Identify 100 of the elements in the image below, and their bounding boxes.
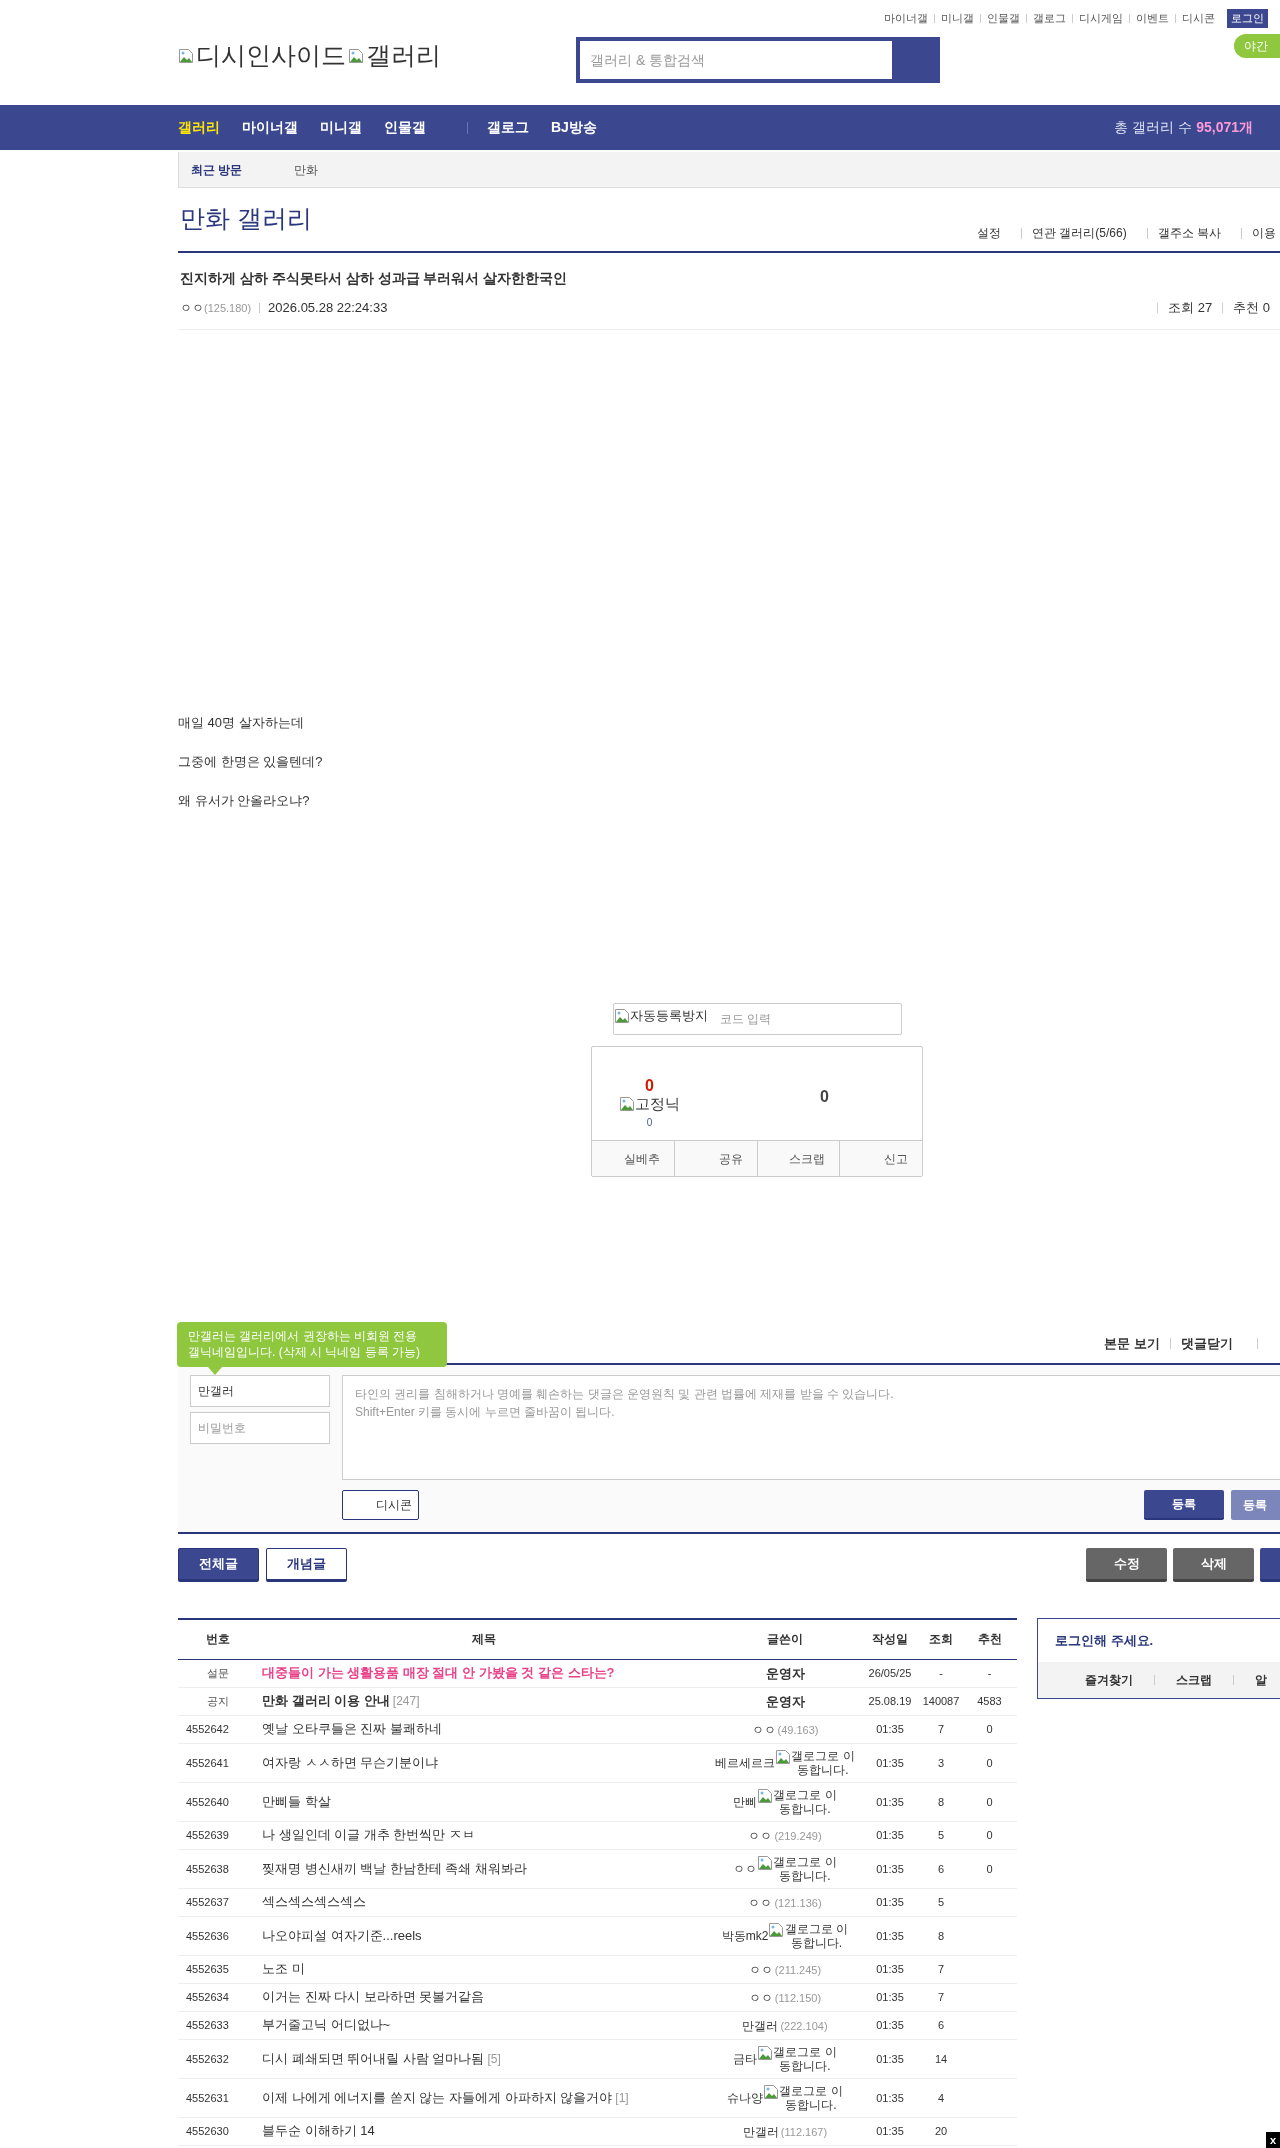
post-title-link[interactable]: 대중들이 가는 생활용품 매장 절대 안 가봤을 것 같은 스타는? — [262, 1665, 615, 1680]
recommend-action-button[interactable]: 신고 — [839, 1141, 922, 1176]
post-title-link[interactable]: 나 생일인데 이글 개추 한번씩만 ㅈㅂ — [262, 1827, 476, 1842]
views-cell: 6 — [920, 1849, 962, 1888]
recommend-action-button[interactable]: 실베추 — [592, 1141, 674, 1176]
login-prompt[interactable]: 로그인해 주세요. — [1055, 1630, 1154, 1651]
gallog-link[interactable]: 갤로그로 이동합니다. — [773, 1854, 837, 1883]
captcha-input[interactable]: 코드 입력 — [720, 1010, 830, 1028]
writer-name: 운영자 — [765, 1665, 805, 1681]
reply-count: [5] — [487, 2051, 501, 2066]
gallog-link[interactable]: 갤로그로 이동합니다. — [784, 1921, 849, 1950]
views-cell: 5 — [920, 1888, 962, 1916]
password-input[interactable]: 비밀번호 — [190, 1412, 330, 1444]
recent-gallery-link[interactable]: 만화 — [294, 160, 319, 179]
gallery-menu-link[interactable]: 설정 — [976, 224, 1001, 242]
gallery-menu-link[interactable]: 연관 갤러리(5/66) — [1031, 224, 1127, 242]
recommend-action-button[interactable]: 스크랩 — [756, 1141, 840, 1176]
post-title-link[interactable]: 부거줄고닉 어디없나~ — [262, 2017, 391, 2032]
gallog-link[interactable]: 갤로그로 이동합니다. — [773, 1787, 837, 1816]
views-cell: 7 — [920, 1715, 962, 1743]
writer-name: ㅇㅇ — [748, 1827, 773, 1844]
top-link[interactable]: 이벤트 — [1136, 10, 1169, 27]
date-cell: 26/05/25 — [860, 1659, 920, 1687]
nav-tab[interactable]: 인물갤 — [384, 117, 426, 138]
post-title-link[interactable]: 섹스섹스섹스섹스 — [262, 1894, 366, 1909]
nav-tab[interactable]: 갤로그 — [487, 117, 529, 138]
nickname-input[interactable]: 만갤러 — [190, 1375, 330, 1407]
post-title-link[interactable]: 나오야피설 여자기준...reels — [262, 1927, 422, 1943]
post-title-link[interactable]: 여자랑 ㅅㅅ하면 무슨기분이냐 — [262, 1754, 439, 1770]
top-link[interactable]: 디시게임 — [1079, 10, 1123, 27]
captcha-field[interactable]: 자동등록방지 코드 입력 — [613, 1003, 902, 1035]
date-cell: 01:35 — [860, 1821, 920, 1849]
views-cell: 140087 — [920, 1687, 962, 1715]
post-title-link[interactable]: 디시 폐쇄되면 뛰어내릴 사람 얼마나됨 — [262, 2050, 485, 2066]
site-logo-alt-text[interactable]: 디시인사이드 — [196, 37, 346, 75]
post-title-link[interactable]: 이거는 진짜 다시 보라하면 못볼거같음 — [262, 1989, 485, 2004]
post-number-cell: 4552634 — [178, 1983, 258, 2011]
post-title-link[interactable]: 만화 갤러리 이용 안내 — [262, 1693, 390, 1708]
sidebar-link[interactable]: 즐겨찾기 — [1085, 1671, 1133, 1689]
post-title-link[interactable]: 노조 미 — [262, 1961, 305, 1976]
post-title: 진지하게 삼하 주식못타서 삼하 성과급 부러워서 살자한한국인 — [180, 269, 569, 288]
submit-button[interactable]: 등록 — [1144, 1490, 1225, 1520]
recommend-action-button[interactable]: 공유 — [673, 1141, 757, 1176]
post-action-button[interactable]: 수정 — [1086, 1548, 1167, 1582]
recent-visit-label: 최근 방문 — [191, 161, 243, 179]
comment-textarea[interactable]: 타인의 권리를 침해하거나 명예를 훼손하는 댓글은 운영원칙 및 관련 법률에 제재를 받을 수 있습니다. Shift+Enter 키를 동시에 누르면 줄바꿈이 됩니다. — [342, 1375, 1280, 1480]
gallery-menu-link[interactable]: 이용 — [1252, 224, 1276, 242]
top-link[interactable]: 마이너갤 — [884, 10, 928, 27]
date-cell: 01:35 — [860, 1849, 920, 1888]
sidebar-link[interactable]: 스크랩 — [1176, 1671, 1212, 1689]
ip-address: (222.104) — [780, 2018, 828, 2034]
date-cell: 01:35 — [860, 2011, 920, 2039]
search-field[interactable]: 갤러리 & 통합검색 — [576, 37, 940, 83]
views-cell: 3 — [920, 1743, 962, 1782]
sidebar-link[interactable]: 알 — [1255, 1671, 1267, 1689]
post-title-link[interactable]: 찢재명 병신새끼 백날 한남한테 족쇄 채워봐라 — [262, 1860, 528, 1876]
writer-name: ㅇㅇ — [733, 1860, 757, 1877]
post-number-cell: 설문 — [178, 1659, 258, 1687]
list-tab[interactable]: 전체글 — [178, 1548, 259, 1582]
nav-tab[interactable]: 마이너갤 — [242, 117, 298, 138]
post-action-button[interactable]: 삭제 — [1173, 1548, 1254, 1582]
list-tab[interactable]: 개념글 — [266, 1548, 347, 1582]
gallery-menu-link[interactable]: 갤주소 복사 — [1157, 224, 1221, 242]
comment-header-link[interactable]: 댓글닫기 — [1181, 1333, 1233, 1354]
gallog-link[interactable]: 갤로그로 이동합니다. — [791, 1748, 855, 1777]
ip-address: (211.245) — [774, 1962, 822, 1978]
recommend-count-cell: 0 — [986, 1723, 993, 1735]
post-number-cell: 4552632 — [178, 2039, 258, 2078]
search-input[interactable]: 갤러리 & 통합검색 — [580, 41, 892, 79]
post-title-link[interactable]: 만삐들 학살 — [262, 1793, 331, 1809]
writer-name: 만갤러 — [742, 2123, 779, 2140]
top-link[interactable]: 갤로그 — [1033, 10, 1066, 27]
gallery-logo-alt-text[interactable]: 갤러리 — [366, 37, 441, 75]
date-cell: 01:35 — [860, 2039, 920, 2078]
top-link[interactable]: 인물갤 — [987, 10, 1020, 27]
ip-address: (112.167) — [780, 2124, 828, 2140]
post-title-link[interactable]: 블두순 이해하기 14 — [262, 2123, 375, 2138]
comment-header-link[interactable]: 본문 보기 — [1104, 1333, 1160, 1354]
date-cell: 01:35 — [860, 1955, 920, 1983]
recommend-count-cell: 0 — [986, 1756, 993, 1769]
views-cell: 5 — [920, 1821, 962, 1849]
nav-tab[interactable]: 갤러리 — [178, 117, 220, 138]
gallog-link[interactable]: 갤로그로 이동합니다. — [773, 2044, 837, 2073]
login-button[interactable]: 로그인 — [1227, 9, 1268, 28]
post-paragraph: 그중에 한명은 있을텐데? — [178, 754, 324, 770]
top-link[interactable]: 디시콘 — [1182, 10, 1215, 27]
nav-tab[interactable]: BJ방송 — [551, 117, 597, 138]
post-title-link[interactable]: 이제 나에게 에너지를 쏟지 않는 자들에게 아파하지 않을거야 — [262, 2089, 613, 2105]
nav-tab[interactable]: 미니갤 — [320, 117, 362, 138]
top-link[interactable]: 미니갤 — [941, 10, 974, 27]
writer-name: 슈나양 — [727, 2089, 763, 2106]
post-number-cell: 4552638 — [178, 1849, 258, 1888]
gallog-link[interactable]: 갤로그로 이동합니다. — [779, 2083, 843, 2112]
submit-button[interactable]: 등록 — [1231, 1490, 1280, 1520]
recommend-count-cell: 0 — [986, 1795, 993, 1808]
post-title-link[interactable]: 옛날 오타쿠들은 진짜 불쾌하네 — [262, 1721, 442, 1736]
close-button[interactable]: x — [1266, 2132, 1280, 2148]
gallery-title[interactable]: 만화 갤러리 — [180, 199, 312, 237]
dccon-button[interactable]: 디시콘 — [342, 1490, 420, 1520]
writer-name: 베르세르크 — [715, 1754, 775, 1771]
